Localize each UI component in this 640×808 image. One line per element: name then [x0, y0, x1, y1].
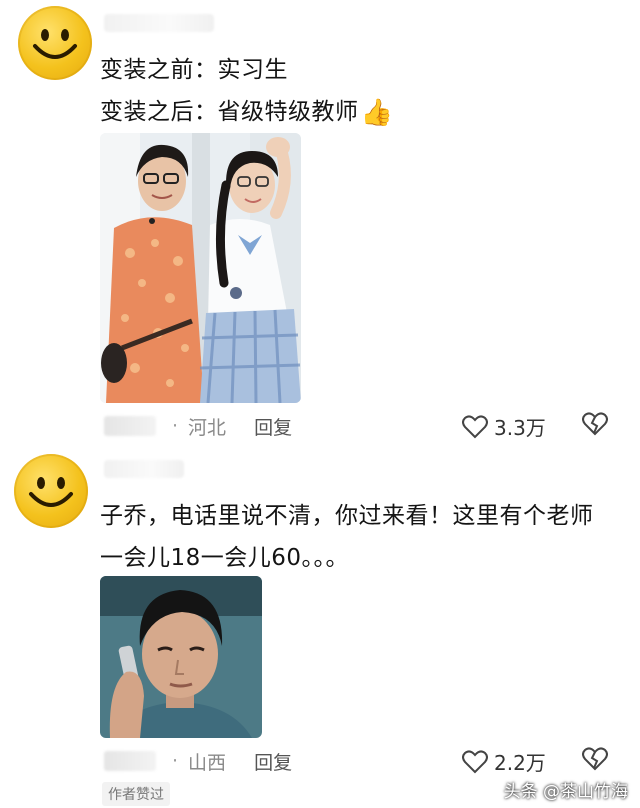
comment-2-line-2: 一会儿18一会儿60。。。 — [100, 545, 350, 571]
comment-1-avatar[interactable] — [18, 6, 92, 80]
comment-2-avatar[interactable] — [14, 454, 88, 528]
dislike-broken-heart-icon[interactable] — [582, 747, 608, 771]
author-liked-badge: 作者赞过 — [102, 782, 170, 806]
comment-2-like-count: 2.2万 — [494, 751, 546, 775]
separator-dot: · — [172, 415, 179, 437]
comment-1-like-count: 3.3万 — [494, 416, 546, 440]
comment-1-photo[interactable] — [100, 133, 301, 403]
comment-1-username[interactable] — [104, 14, 214, 32]
comment-2-meta: · 山西 回复 — [104, 741, 292, 781]
smiley-face-icon — [29, 477, 73, 507]
comment-2-reply-button[interactable]: 回复 — [254, 748, 292, 775]
comment-1-line-2: 变装之后：省级特级教师👍 — [100, 92, 393, 128]
man-on-phone-photo — [100, 576, 262, 738]
comment-1-like-button[interactable]: 3.3万 — [462, 412, 546, 441]
teacher-costume-photo — [100, 133, 301, 403]
thumbs-up-icon: 👍 — [360, 98, 394, 128]
smiley-face-icon — [33, 29, 77, 59]
heart-icon — [462, 414, 488, 438]
comment-2-photo[interactable] — [100, 576, 262, 738]
comment-1-time-blurred — [104, 416, 156, 436]
comment-2-time-blurred — [104, 751, 156, 771]
separator-dot: · — [172, 750, 179, 772]
comment-2-line-1: 子乔，电话里说不清，你过来看！这里有个老师 — [100, 503, 594, 529]
watermark: 头条 @茶山竹海 — [503, 782, 628, 802]
heart-icon — [462, 749, 488, 773]
comment-1-location: 河北 — [188, 416, 227, 439]
comment-2-location: 山西 — [188, 751, 227, 774]
comment-2-username[interactable] — [104, 460, 184, 478]
comment-2-like-button[interactable]: 2.2万 — [462, 747, 546, 776]
comment-1-line-2-text: 变装之后：省级特级教师 — [100, 99, 359, 125]
comment-1-meta: · 河北 回复 — [104, 406, 292, 446]
comment-1-reply-button[interactable]: 回复 — [254, 413, 292, 440]
comment-1-line-1: 变装之前：实习生 — [100, 57, 288, 83]
dislike-broken-heart-icon[interactable] — [582, 412, 608, 436]
